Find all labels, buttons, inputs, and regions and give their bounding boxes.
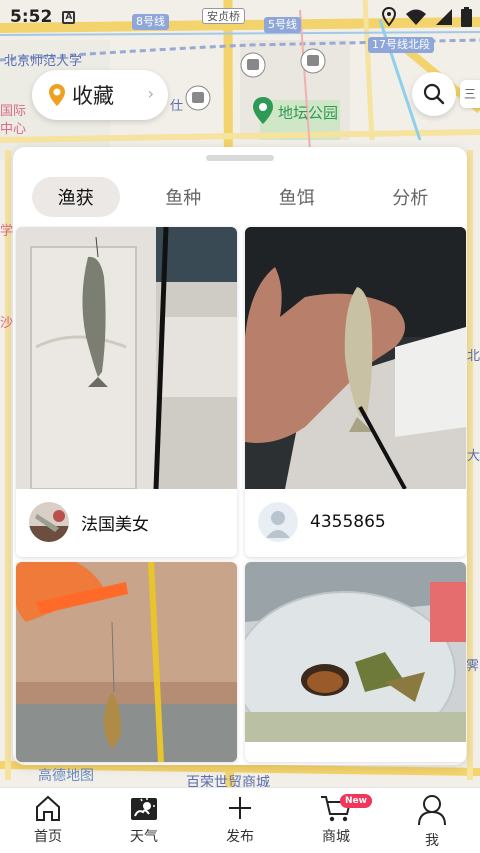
tab-analysis[interactable]: 分析: [354, 177, 468, 217]
post-footer: 法国美女: [16, 489, 237, 555]
drag-handle[interactable]: [206, 155, 274, 161]
catch-panel: 渔获 鱼种 鱼饵 分析 法国美女 4355865: [13, 147, 467, 765]
plus-icon: [229, 797, 251, 819]
nav-shop-label: 商城: [322, 829, 350, 845]
map-label-bnu: 北京师范大学: [4, 54, 83, 69]
map-label-shao: 沙: [0, 316, 14, 331]
battery-icon: [461, 7, 472, 27]
map-label-shi: 仕: [170, 99, 184, 114]
map-label-line17: 17号线北段: [368, 37, 434, 53]
map-label-zhongxin: 中心: [0, 122, 27, 137]
nav-weather-label: 天气: [130, 829, 158, 845]
weather-icon: [131, 798, 157, 820]
tab-species-label: 鱼种: [165, 188, 202, 209]
chevron-right-icon: ›: [147, 84, 154, 103]
post-footer: 4355865: [245, 489, 466, 555]
nav-home-label: 首页: [34, 829, 62, 845]
post-card[interactable]: 4355865: [245, 227, 466, 557]
user-name: 法国美女: [81, 514, 149, 535]
bottom-nav: 首页 天气 发布 New 商城 我: [0, 787, 480, 853]
profile-icon: [418, 795, 446, 826]
map-label-xue: 学: [0, 224, 14, 239]
catch-photo: [245, 562, 466, 742]
status-bar: 5:52 A: [0, 0, 480, 34]
nav-weather[interactable]: 天气: [96, 788, 192, 853]
bus-stop-icon[interactable]: [185, 85, 211, 111]
map-label-jiao: 霁: [466, 659, 480, 674]
status-time: 5:52: [10, 7, 53, 27]
tab-analysis-label: 分析: [392, 188, 429, 209]
notification-app-icon: A: [62, 10, 76, 24]
avatar[interactable]: [29, 502, 69, 542]
map-label-gaode: 高德地图: [38, 768, 94, 784]
nav-me[interactable]: 我: [384, 788, 480, 853]
location-pin-icon: [49, 84, 65, 106]
map-label-ditan: 地坛公园: [278, 104, 339, 122]
default-avatar-icon[interactable]: [258, 502, 298, 542]
nav-publish[interactable]: 发布: [192, 788, 288, 853]
new-badge: New: [340, 794, 372, 808]
cell-signal-icon: [436, 9, 452, 25]
bus-stop-icon[interactable]: [240, 52, 266, 78]
catch-photo: [16, 227, 237, 489]
home-icon: [36, 795, 60, 821]
search-icon: [423, 83, 445, 105]
search-button[interactable]: [412, 72, 456, 116]
tab-bait[interactable]: 鱼饵: [240, 177, 354, 217]
favorites-label: 收藏: [72, 84, 114, 108]
post-card[interactable]: 法国美女: [16, 227, 237, 557]
favorites-button[interactable]: 收藏 ›: [32, 70, 168, 120]
park-pin-icon[interactable]: [252, 96, 274, 126]
catch-photo: [16, 562, 237, 762]
tab-catch-label: 渔获: [57, 188, 94, 209]
nav-publish-label: 发布: [226, 829, 254, 845]
nav-home[interactable]: 首页: [0, 788, 96, 853]
nav-me-label: 我: [425, 833, 439, 849]
location-status-icon: [381, 7, 397, 27]
post-card[interactable]: [245, 562, 466, 762]
tab-species[interactable]: 鱼种: [127, 177, 241, 217]
wifi-icon: [406, 9, 426, 25]
map-label-guoji: 国际: [0, 104, 27, 119]
map-label-da: 大: [467, 449, 480, 464]
user-name: 4355865: [310, 512, 386, 532]
status-icons: [381, 7, 472, 27]
post-card[interactable]: [16, 562, 237, 762]
tab-catch[interactable]: 渔获: [13, 177, 127, 217]
tab-bar: 渔获 鱼种 鱼饵 分析: [13, 176, 467, 218]
nav-shop[interactable]: New 商城: [288, 788, 384, 853]
map-label-bei: 北: [467, 349, 480, 364]
bus-stop-icon[interactable]: [300, 48, 326, 74]
catch-photo: [245, 227, 466, 489]
map-layer-button[interactable]: 三: [460, 80, 480, 108]
tab-bait-label: 鱼饵: [278, 188, 315, 209]
